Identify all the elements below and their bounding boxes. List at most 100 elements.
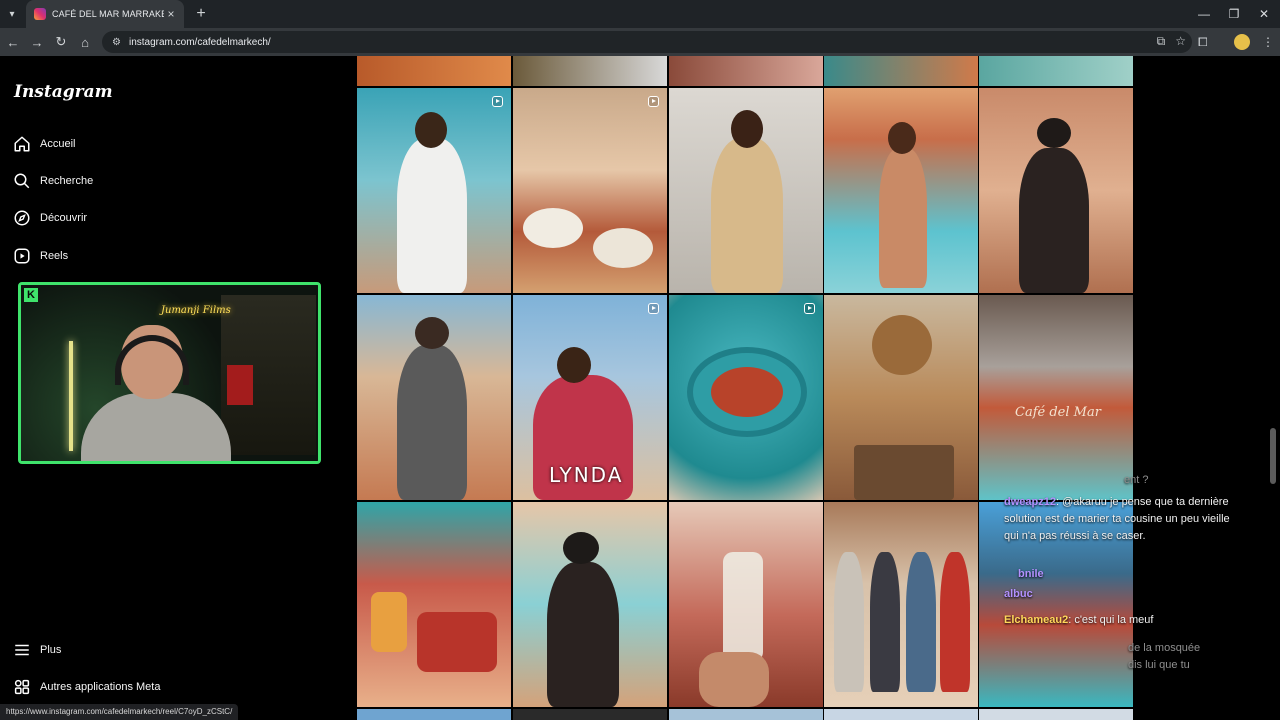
post-tile[interactable] [357,56,511,86]
post-figure-head [415,112,447,148]
extensions-icon[interactable]: ⧠ [1198,28,1208,56]
post-tile[interactable] [979,709,1133,720]
chat-message: dweapz12: @akaruu je pense que ta derniè… [1004,496,1230,542]
tab-close-icon[interactable]: × [164,7,178,21]
reel-icon [492,96,503,107]
chat-message: albuc [1004,586,1234,603]
site-info-icon[interactable]: ⚙ [112,37,121,48]
close-window-icon[interactable]: ✕ [1246,0,1280,28]
browser-tab-bar: ▾ CAFÉ DEL MAR MARRAKECH O × + — ❐ ✕ [0,0,1280,28]
browser-tab[interactable]: CAFÉ DEL MAR MARRAKECH O × [26,0,184,28]
post-dish [687,347,807,437]
post-tile[interactable] [824,709,978,720]
post-figure-head [563,532,599,564]
streamer-body [81,393,231,461]
reload-icon[interactable]: ↻ [49,30,73,54]
instagram-favicon-icon [34,8,46,20]
post-tile[interactable] [357,502,511,707]
webcam-overlay: Jumanji Films K [18,282,321,464]
webcam-lamp [69,341,73,451]
chat-username: Elchameau2 [1004,614,1069,626]
post-plate [523,208,583,248]
streamer [81,325,231,461]
reels-icon [12,246,32,266]
post-tile[interactable] [979,56,1133,86]
sidebar-item-label: Accueil [40,138,76,150]
sidebar-item-reels[interactable]: Reels [12,243,68,269]
chat-message: ent ? [1124,472,1224,489]
chat-username: dweapz12 [1004,496,1056,508]
back-arrow-icon[interactable]: ← [1,30,25,54]
post-glass [371,592,407,652]
chat-username: bnile [1018,568,1044,580]
address-bar[interactable]: ⚙ instagram.com/cafedelmarkech/ ⧉ ☆ [102,31,1192,53]
post-figure [906,552,936,692]
bookmark-star-icon[interactable]: ☆ [1175,34,1186,49]
sidebar-item-search[interactable]: Recherche [12,168,93,194]
post-tile[interactable] [357,88,511,293]
post-tile[interactable] [979,88,1133,293]
reel-icon [804,303,815,314]
chat-text: ent ? [1124,474,1149,486]
post-decor [872,315,932,375]
post-figure-head [557,347,591,383]
sidebar-item-label: Autres applications Meta [40,681,161,693]
post-tile[interactable]: LYNDA [513,295,667,500]
post-tile[interactable] [513,709,667,720]
home-page-icon[interactable]: ⌂ [73,30,97,54]
install-app-icon[interactable]: ⧉ [1157,34,1166,49]
post-tile[interactable] [669,709,823,720]
post-tile[interactable] [513,88,667,293]
tab-search-icon[interactable]: ▾ [2,4,22,24]
menu-icon [12,640,32,660]
chat-message: de la mosquée [1128,640,1228,657]
chat-text: dis lui que tu [1128,659,1190,671]
post-figure [397,345,467,500]
link-status-bar: https://www.instagram.com/cafedelmarkech… [0,704,239,720]
page-scrollbar[interactable] [1270,428,1276,484]
sidebar-item-label: Découvrir [40,212,88,224]
home-icon [12,134,32,154]
chat-message: Elchameau2: c'est qui la meuf [1004,614,1154,626]
sidebar-item-explore[interactable]: Découvrir [12,205,87,231]
post-tile[interactable] [513,502,667,707]
post-tile[interactable] [669,88,823,293]
post-tile[interactable] [824,88,978,293]
post-tile[interactable]: Café del Mar [979,295,1133,500]
sidebar-item-home[interactable]: Accueil [12,131,75,157]
post-figure [547,562,619,707]
instagram-logo[interactable]: Instagram [14,82,113,102]
browser-menu-icon[interactable]: ⋮ [1262,28,1274,56]
url-text: instagram.com/cafedelmarkech/ [128,36,271,48]
post-figure-head [888,122,916,154]
chat-message: bnile [1018,566,1248,583]
post-sign-text: Café del Mar [1015,405,1101,420]
chat-text: de la mosquée [1128,642,1201,654]
post-tile[interactable] [669,295,823,500]
post-tile[interactable] [824,502,978,707]
sidebar-item-meta-apps[interactable]: Autres applications Meta [12,674,160,700]
post-tile[interactable] [513,56,667,86]
reel-icon [648,303,659,314]
chat-message: dis lui que tu [1128,657,1228,674]
sidebar-item-label: Plus [40,644,62,656]
post-hand [699,652,769,707]
forward-arrow-icon[interactable]: → [25,30,49,54]
new-tab-icon[interactable]: + [192,5,210,23]
post-fruit [417,612,497,672]
post-tile[interactable] [669,502,823,707]
post-food [711,367,783,417]
post-tile[interactable] [357,295,511,500]
profile-avatar[interactable] [1234,34,1250,50]
post-glass [723,552,763,662]
chat-text: c'est qui la meuf [1074,614,1154,626]
post-figure-head [415,317,449,349]
post-figure-head [731,110,763,148]
post-tile[interactable] [669,56,823,86]
post-tile[interactable] [824,56,978,86]
post-tile[interactable] [357,709,511,720]
sidebar-item-more[interactable]: Plus [12,637,61,663]
post-figure [940,552,970,692]
profile-area [1234,28,1250,56]
post-tile[interactable] [824,295,978,500]
